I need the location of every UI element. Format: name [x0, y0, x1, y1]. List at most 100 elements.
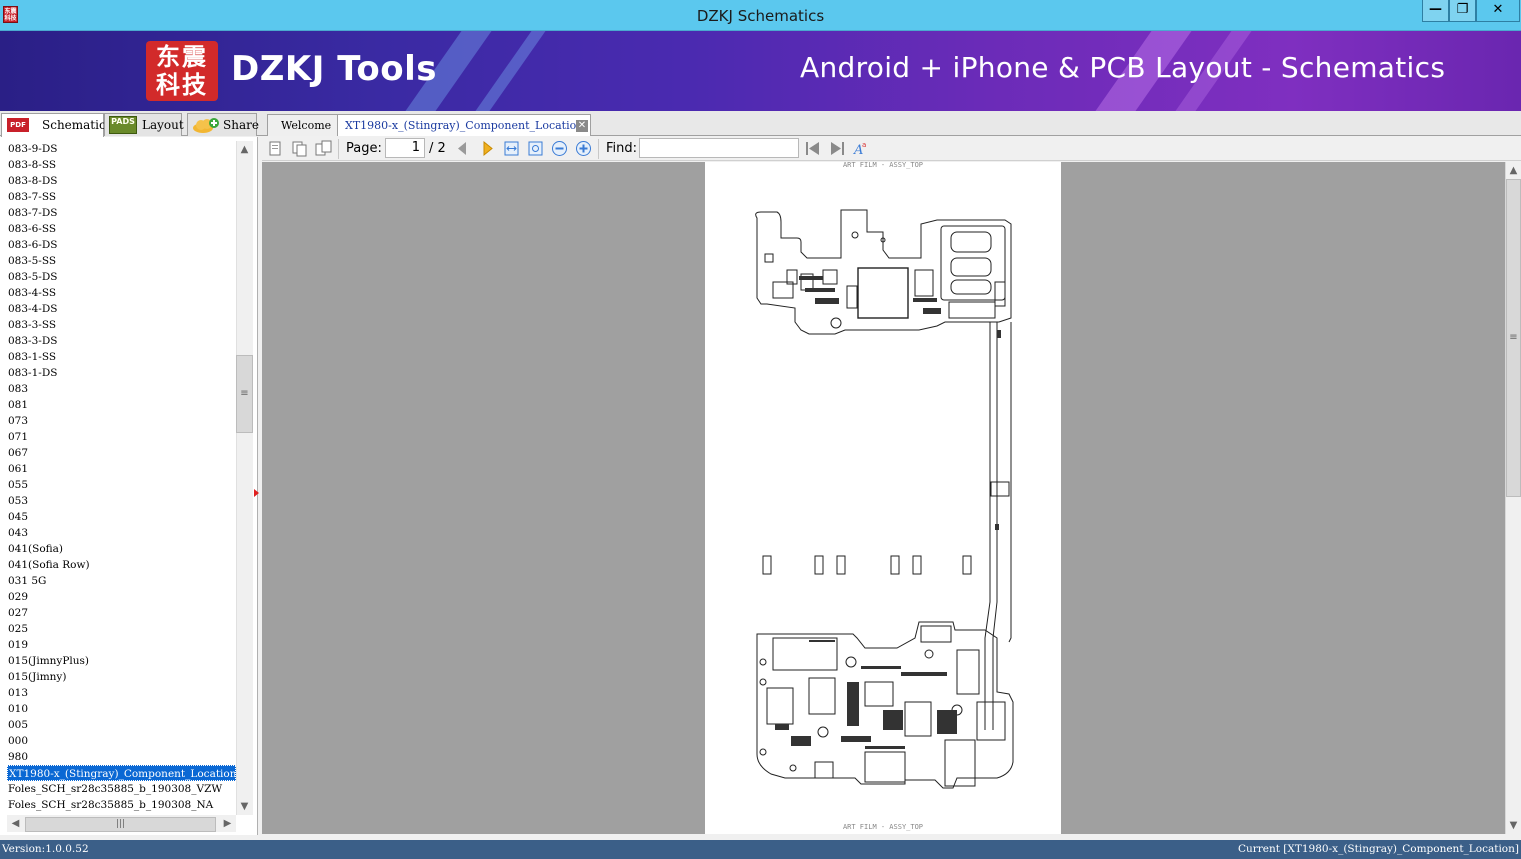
tab-schematic-label: Schematic	[42, 118, 106, 132]
list-item[interactable]: 045	[7, 509, 236, 525]
list-item[interactable]: 073	[7, 413, 236, 429]
find-input[interactable]	[639, 138, 799, 158]
list-item[interactable]: 083-4-SS	[7, 285, 236, 301]
copy-icon[interactable]	[291, 140, 308, 157]
next-page-icon[interactable]	[479, 140, 496, 157]
list-item[interactable]: 083-7-SS	[7, 189, 236, 205]
page-number-input[interactable]: 1	[385, 138, 425, 158]
doctab-welcome-label: Welcome	[281, 119, 332, 132]
document-viewer[interactable]: ART FILM - ASSY_TOP ART FILM - ASSY_TOP	[262, 161, 1505, 834]
page-label: Page:	[346, 141, 382, 156]
list-item[interactable]: 029	[7, 589, 236, 605]
svg-text:a: a	[862, 141, 866, 149]
pdf-icon: PDF	[7, 118, 29, 132]
cloud-share-icon	[193, 118, 219, 133]
list-item[interactable]: 083-5-DS	[7, 269, 236, 285]
doctab-current-document[interactable]: XT1980-x_(Stingray)_Component_Location ✕	[337, 114, 591, 136]
header-banner: 东震 科技 DZKJ Tools Android + iPhone & PCB L…	[0, 31, 1521, 111]
doctab-welcome[interactable]: Welcome	[267, 114, 339, 136]
doc-scroll-up-icon[interactable]: ▲	[1505, 162, 1521, 179]
list-item[interactable]: 083-4-DS	[7, 301, 236, 317]
list-item[interactable]: 019	[7, 637, 236, 653]
file-list[interactable]: 083-9-DS 083-8-SS 083-8-DS 083-7-SS 083-7-DS…	[7, 141, 236, 815]
list-item[interactable]: 980	[7, 749, 236, 765]
list-item[interactable]: 055	[7, 477, 236, 493]
pages-icon[interactable]	[315, 140, 332, 157]
scroll-left-icon[interactable]: ◀	[7, 815, 24, 832]
viewer-toolbar: Page: 1 / 2 Find: A a	[262, 137, 1521, 161]
minimize-button[interactable]: —	[1422, 0, 1449, 22]
title-bar: 东震 科技 DZKJ Schematics — ❐ ✕	[0, 0, 1521, 31]
previous-page-icon[interactable]	[454, 140, 471, 157]
list-item[interactable]: 081	[7, 397, 236, 413]
list-item[interactable]: 061	[7, 461, 236, 477]
list-item[interactable]: 010	[7, 701, 236, 717]
scroll-down-icon[interactable]: ▼	[236, 798, 253, 815]
list-item[interactable]: 027	[7, 605, 236, 621]
list-vertical-scrollbar[interactable]	[236, 141, 253, 815]
fit-width-icon[interactable]	[503, 140, 520, 157]
list-item[interactable]: 025	[7, 621, 236, 637]
list-item[interactable]: 083-8-DS	[7, 173, 236, 189]
list-item[interactable]: 083-7-DS	[7, 205, 236, 221]
list-horizontal-scroll-thumb[interactable]: |||	[25, 817, 216, 832]
list-vertical-scroll-thumb[interactable]: ≡	[236, 355, 253, 433]
find-previous-icon[interactable]	[804, 140, 821, 157]
list-item[interactable]: 031 5G	[7, 573, 236, 589]
pdf-page[interactable]: ART FILM - ASSY_TOP ART FILM - ASSY_TOP	[705, 161, 1061, 834]
list-item[interactable]: 067	[7, 445, 236, 461]
list-item[interactable]: 083-9-DS	[7, 141, 236, 157]
current-document-status: Current [XT1980-x_(Stingray)_Component_L…	[1237, 843, 1519, 855]
list-item[interactable]: 013	[7, 685, 236, 701]
page-total: / 2	[429, 141, 446, 156]
open-file-icon[interactable]	[267, 140, 284, 157]
list-item[interactable]: 083-3-DS	[7, 333, 236, 349]
banner-tagline: Android + iPhone & PCB Layout - Schemati…	[800, 51, 1446, 84]
list-item[interactable]: 041(Sofia)	[7, 541, 236, 557]
list-item[interactable]: Foles_SCH_sr28c35885_b_190308_VZW	[7, 781, 236, 797]
tab-layout[interactable]: PADS Layout	[104, 113, 184, 136]
list-item[interactable]: 015(JimnyPlus)	[7, 653, 236, 669]
pads-icon: PADS	[109, 116, 137, 134]
list-item[interactable]: 005	[7, 717, 236, 733]
list-item[interactable]: 083-3-SS	[7, 317, 236, 333]
doc-scroll-down-icon[interactable]: ▼	[1505, 817, 1521, 834]
list-item[interactable]: 015(Jimny)	[7, 669, 236, 685]
tab-strip: PDF Schematic PADS Layout Share Welcome …	[0, 111, 1521, 137]
pcb-component-layout	[755, 209, 1014, 789]
list-item[interactable]: 000	[7, 733, 236, 749]
tab-schematic[interactable]: PDF Schematic	[1, 113, 106, 137]
scroll-up-icon[interactable]: ▲	[236, 141, 253, 158]
close-window-button[interactable]: ✕	[1476, 0, 1520, 22]
document-scroll-thumb[interactable]: ≡	[1506, 179, 1521, 497]
tab-share[interactable]: Share	[187, 113, 259, 136]
collapse-panel-arrow-icon[interactable]	[254, 489, 259, 497]
maximize-button[interactable]: ❐	[1449, 0, 1476, 22]
toolbar-separator	[598, 139, 599, 159]
close-tab-icon[interactable]: ✕	[576, 120, 588, 132]
find-next-icon[interactable]	[829, 140, 846, 157]
scroll-right-icon[interactable]: ▶	[219, 815, 236, 832]
toolbar-separator	[338, 139, 339, 159]
version-text: Version:1.0.0.52	[2, 843, 89, 855]
tab-share-label: Share	[223, 118, 259, 132]
list-item[interactable]: 043	[7, 525, 236, 541]
list-item[interactable]: 083-1-SS	[7, 349, 236, 365]
list-item[interactable]: 071	[7, 429, 236, 445]
list-item[interactable]: 083-1-DS	[7, 365, 236, 381]
list-item[interactable]: 083-6-SS	[7, 221, 236, 237]
list-item[interactable]: 053	[7, 493, 236, 509]
fit-page-icon[interactable]	[527, 140, 544, 157]
status-bar: Version:1.0.0.52 Current [XT1980-x_(Stin…	[0, 840, 1521, 859]
list-item[interactable]: Foles_SCH_sr28c35885_b_190308_NA	[7, 797, 236, 813]
list-item[interactable]: XT1980-x_(Stingray)_Component_Location	[7, 765, 236, 781]
page-footer-label: ART FILM - ASSY_TOP	[842, 823, 924, 831]
zoom-out-icon[interactable]	[551, 140, 568, 157]
list-item[interactable]: 083-8-SS	[7, 157, 236, 173]
list-item[interactable]: 083-5-SS	[7, 253, 236, 269]
list-item[interactable]: 083	[7, 381, 236, 397]
highlight-text-icon[interactable]: A a	[852, 140, 869, 157]
zoom-in-icon[interactable]	[575, 140, 592, 157]
list-item[interactable]: 041(Sofia Row)	[7, 557, 236, 573]
list-item[interactable]: 083-6-DS	[7, 237, 236, 253]
